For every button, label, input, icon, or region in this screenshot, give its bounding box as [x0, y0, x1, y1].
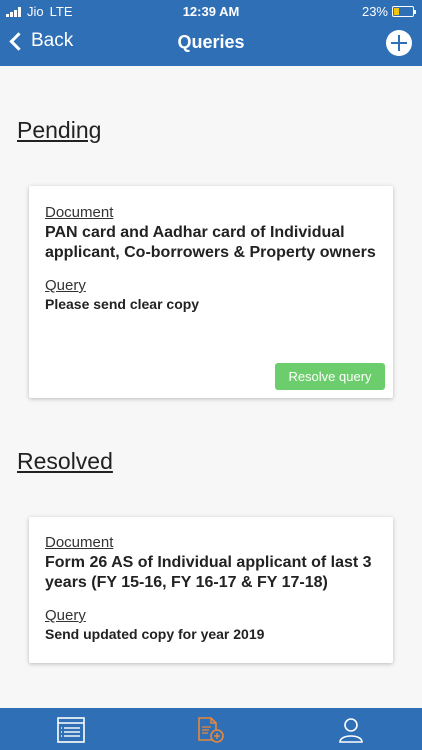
page-title: Queries [177, 32, 245, 52]
resolved-query-card: Document Form 26 AS of Individual applic… [29, 517, 393, 663]
battery-percent: 23% [361, 4, 388, 19]
status-bar: Jio LTE 12:39 AM 23% [0, 0, 422, 22]
clock: 12:39 AM [182, 4, 240, 19]
list-document-icon [57, 717, 85, 743]
plus-circle-icon[interactable] [386, 30, 412, 56]
document-value: PAN card and Aadhar card of Individual a… [45, 224, 376, 261]
pending-query-card: Document PAN card and Aadhar card of Ind… [29, 186, 393, 398]
nav-bar: Back Queries [0, 22, 422, 66]
add-document-icon [198, 717, 224, 743]
query-label: Query [45, 277, 86, 294]
status-right: 23% [361, 4, 416, 19]
document-label: Document [45, 534, 114, 551]
tab-list[interactable] [56, 716, 86, 744]
battery-icon [392, 6, 416, 17]
resolve-query-button[interactable]: Resolve query [275, 363, 385, 390]
section-title-pending: Pending [17, 117, 102, 143]
document-label: Document [45, 204, 114, 221]
tab-add-document[interactable] [196, 716, 226, 744]
query-value: Send updated copy for year 2019 [45, 626, 265, 642]
profile-icon [339, 718, 363, 743]
query-label: Query [45, 607, 86, 624]
tab-bar [0, 708, 422, 750]
tab-profile[interactable] [336, 716, 366, 744]
section-title-resolved: Resolved [17, 448, 113, 474]
query-value: Please send clear copy [45, 296, 200, 312]
header: Jio LTE 12:39 AM 23% Back Queries [0, 0, 422, 66]
document-value: Form 26 AS of Individual applicant of la… [45, 554, 372, 591]
